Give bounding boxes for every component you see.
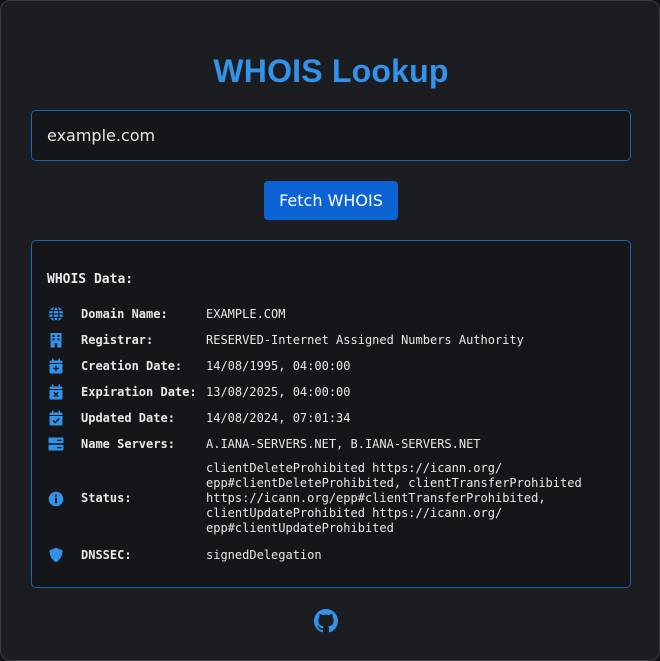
row-value: signedDelegation <box>206 547 322 562</box>
building-icon <box>47 331 65 349</box>
whois-row-name-servers: Name Servers: A.IANA-SERVERS.NET, B.IANA… <box>47 435 622 453</box>
row-value: clientDeleteProhibited https://icann.org… <box>206 461 582 535</box>
whois-data-heading: WHOIS Data: <box>47 272 134 287</box>
whois-row-registrar: Registrar: RESERVED-Internet Assigned Nu… <box>47 331 622 349</box>
whois-row-status: Status: clientDeleteProhibited https://i… <box>47 461 622 536</box>
row-label: Registrar: <box>81 332 154 347</box>
row-value: A.IANA-SERVERS.NET, B.IANA-SERVERS.NET <box>206 436 481 451</box>
domain-input[interactable] <box>31 110 631 161</box>
calendar-plus-icon <box>47 357 65 375</box>
row-value: 13/08/2025, 04:00:00 <box>206 384 351 399</box>
info-icon <box>47 490 65 508</box>
whois-row-dnssec: DNSSEC: signedDelegation <box>47 546 622 564</box>
row-label: Status: <box>81 491 132 505</box>
row-label: Domain Name: <box>81 306 168 321</box>
whois-data-panel: WHOIS Data: Domain Name: EXAMPLE.COM Reg… <box>31 240 631 588</box>
server-icon <box>47 435 65 453</box>
shield-icon <box>47 546 65 564</box>
row-value: RESERVED-Internet Assigned Numbers Autho… <box>206 332 524 347</box>
row-label: Expiration Date: <box>81 384 197 399</box>
whois-row-expiration-date: Expiration Date: 13/08/2025, 04:00:00 <box>47 383 622 401</box>
calendar-check-icon <box>47 409 65 427</box>
row-label: Creation Date: <box>81 358 183 373</box>
row-label: Updated Date: <box>81 410 175 425</box>
whois-row-creation-date: Creation Date: 14/08/1995, 04:00:00 <box>47 357 622 375</box>
app-window: WHOIS Lookup Fetch WHOIS WHOIS Data: Dom… <box>0 0 660 661</box>
whois-row-domain-name: Domain Name: EXAMPLE.COM <box>47 305 622 323</box>
row-label: Name Servers: <box>81 436 175 451</box>
github-icon[interactable] <box>314 609 338 633</box>
calendar-x-icon <box>47 383 65 401</box>
whois-row-updated-date: Updated Date: 14/08/2024, 07:01:34 <box>47 409 622 427</box>
row-value: EXAMPLE.COM <box>206 306 286 321</box>
fetch-whois-button[interactable]: Fetch WHOIS <box>264 181 398 220</box>
row-value: 14/08/1995, 04:00:00 <box>206 358 351 373</box>
row-label: DNSSEC: <box>81 547 132 562</box>
globe-icon <box>47 305 65 323</box>
page-title: WHOIS Lookup <box>213 53 449 89</box>
row-value: 14/08/2024, 07:01:34 <box>206 410 351 425</box>
